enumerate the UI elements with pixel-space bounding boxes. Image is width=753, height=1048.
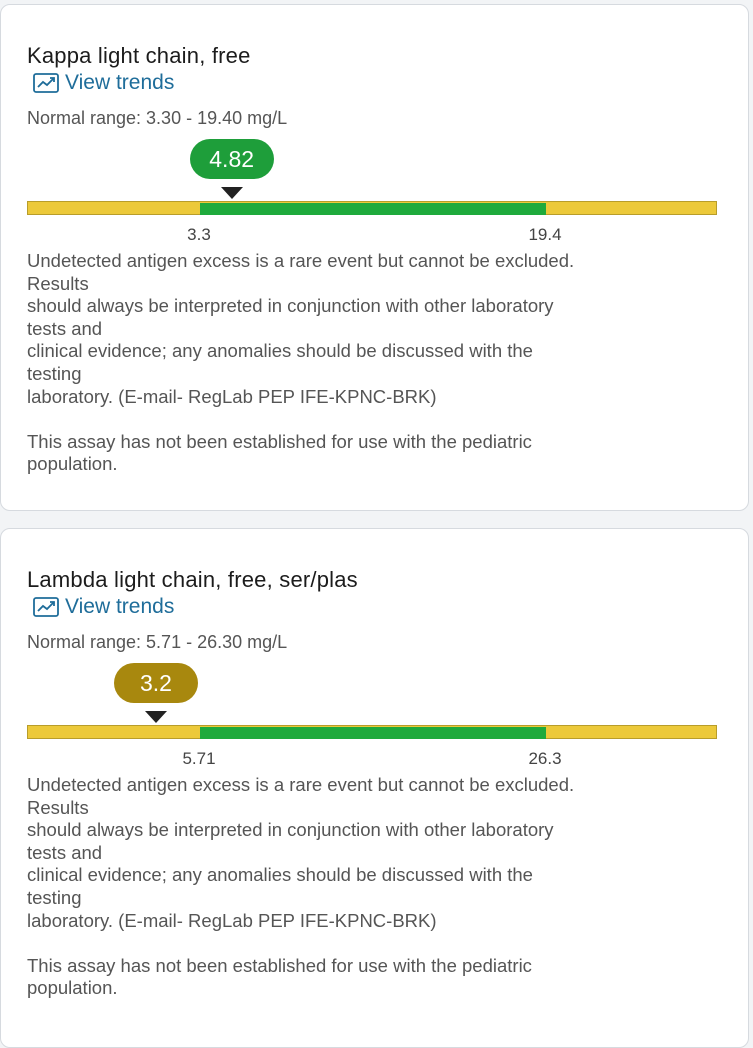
value-pointer — [145, 711, 167, 723]
range-bar-normal-band — [200, 203, 546, 215]
result-card-lambda: Lambda light chain, free, ser/plas View … — [0, 528, 749, 1048]
comment-line: Undetected antigen excess is a rare even… — [27, 774, 575, 795]
comment-line: testing — [27, 886, 82, 908]
comment-line: tests and — [27, 841, 103, 863]
range-low-label: 5.71 — [182, 749, 216, 768]
comment-line: Undetected antigen excess is a rare even… — [27, 250, 575, 271]
range-bar — [27, 201, 717, 217]
comment-line: laboratory. (E-mail- RegLab PEP IFE-KPNC… — [27, 909, 437, 931]
range-bar-track — [27, 725, 717, 739]
line-chart-icon — [33, 72, 59, 94]
result-card-kappa: Kappa light chain, free View trends Norm… — [0, 4, 749, 511]
result-value-badge: 3.2 — [114, 663, 198, 703]
view-trends-label: View trends — [65, 595, 175, 618]
range-high-label: 19.4 — [528, 225, 562, 244]
normal-range: Normal range: 5.71 - 26.30 mg/L — [27, 632, 288, 652]
comment-line: testing — [27, 362, 82, 384]
range-bar — [27, 725, 717, 741]
comment-line: Results — [27, 796, 89, 818]
result-value-badge: 4.82 — [189, 139, 274, 179]
comment-line: clinical evidence; any anomalies should … — [27, 340, 533, 362]
range-high-label: 26.3 — [528, 749, 562, 768]
result-comment: Undetected antigen excess is a rare even… — [27, 250, 727, 476]
range-bar-normal-band — [200, 727, 546, 739]
comment-line: clinical evidence; any anomalies should … — [27, 864, 533, 886]
result-title: Lambda light chain, free, ser/plas — [27, 567, 358, 592]
range-bar-track — [27, 201, 717, 215]
view-trends-label: View trends — [65, 71, 175, 94]
line-chart-icon — [33, 596, 59, 618]
view-trends-link[interactable]: View trends — [33, 595, 174, 619]
pediatric-note-line: This assay has not been established for … — [27, 430, 532, 452]
pediatric-note-line: This assay has not been established for … — [27, 954, 532, 976]
comment-line: tests and — [27, 317, 103, 339]
comment-line: laboratory. (E-mail- RegLab PEP IFE-KPNC… — [27, 385, 437, 407]
pediatric-note-line: population. — [27, 977, 118, 999]
comment-line: should always be interpreted in conjunct… — [27, 819, 554, 841]
comment-line: should always be interpreted in conjunct… — [27, 295, 554, 317]
comment-line: Results — [27, 272, 89, 294]
range-low-label: 3.3 — [187, 225, 211, 244]
value-pointer — [220, 187, 243, 199]
result-comment: Undetected antigen excess is a rare even… — [27, 774, 727, 1000]
view-trends-link[interactable]: View trends — [33, 71, 174, 95]
result-title: Kappa light chain, free — [27, 43, 251, 68]
pediatric-note-line: population. — [27, 453, 118, 475]
normal-range: Normal range: 3.30 - 19.40 mg/L — [27, 108, 288, 128]
